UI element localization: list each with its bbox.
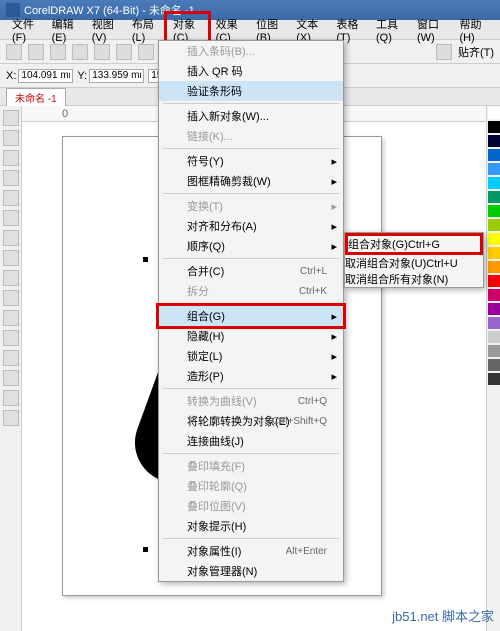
submenu-item: 取消组合对象(U)Ctrl+U [345, 255, 483, 271]
color-swatch[interactable] [488, 275, 500, 287]
paste-icon[interactable] [138, 44, 154, 60]
menu-item[interactable]: 插入新对象(W)... [159, 106, 343, 126]
menu-item: 拆分Ctrl+K [159, 281, 343, 301]
ellipse-tool-icon[interactable] [3, 230, 19, 246]
color-swatch[interactable] [488, 107, 500, 119]
rectangle-tool-icon[interactable] [3, 210, 19, 226]
x-input[interactable] [18, 69, 73, 83]
menu-window[interactable]: 窗口(W) [411, 14, 453, 46]
menu-item: 叠印轮廓(Q) [159, 476, 343, 496]
color-swatch[interactable] [488, 247, 500, 259]
options-icon[interactable] [436, 44, 452, 60]
connector-tool-icon[interactable] [3, 330, 19, 346]
shape-tool-icon[interactable] [3, 130, 19, 146]
menu-item[interactable]: 符号(Y)▸ [159, 151, 343, 171]
color-swatch[interactable] [488, 135, 500, 147]
menu-item[interactable]: 隐藏(H)▸ [159, 326, 343, 346]
color-swatch[interactable] [488, 261, 500, 273]
menu-item: 插入条码(B)... [159, 41, 343, 61]
copy-icon[interactable] [116, 44, 132, 60]
new-icon[interactable] [6, 44, 22, 60]
print-icon[interactable] [72, 44, 88, 60]
eyedropper-tool-icon[interactable] [3, 370, 19, 386]
menu-edit[interactable]: 编辑(E) [46, 14, 86, 46]
color-swatch[interactable] [488, 331, 500, 343]
effects-tool-icon[interactable] [3, 350, 19, 366]
color-swatch[interactable] [488, 149, 500, 161]
x-label: X: [6, 70, 16, 82]
menu-item[interactable]: 插入 QR 码 [159, 61, 343, 81]
menu-item[interactable]: 锁定(L)▸ [159, 346, 343, 366]
menu-item[interactable]: 造形(P)▸ [159, 366, 343, 386]
menu-view[interactable]: 视图(V) [86, 14, 126, 46]
color-swatch[interactable] [488, 163, 500, 175]
color-swatch[interactable] [488, 289, 500, 301]
menu-item[interactable]: 对齐和分布(A)▸ [159, 216, 343, 236]
save-icon[interactable] [50, 44, 66, 60]
selection-handle[interactable] [143, 547, 148, 552]
color-swatch[interactable] [488, 373, 500, 385]
menu-item[interactable]: 验证条形码 [159, 81, 343, 101]
menu-item[interactable]: 连接曲线(J) [159, 431, 343, 451]
color-swatch[interactable] [488, 121, 500, 133]
group-submenu: 组合对象(G)Ctrl+G 取消组合对象(U)Ctrl+U取消组合所有对象(N) [344, 232, 484, 288]
table-tool-icon[interactable] [3, 290, 19, 306]
menu-item[interactable]: 顺序(Q)▸ [159, 236, 343, 256]
color-swatch[interactable] [488, 219, 500, 231]
color-swatch[interactable] [488, 303, 500, 315]
submenu-item: 取消组合所有对象(N) [345, 271, 483, 287]
color-swatch[interactable] [488, 233, 500, 245]
menu-item: 变换(T)▸ [159, 196, 343, 216]
dimension-tool-icon[interactable] [3, 310, 19, 326]
snap-button[interactable]: 贴齐(T) [458, 44, 494, 60]
object-menu-dropdown: 插入条码(B)...插入 QR 码验证条形码插入新对象(W)...链接(K)..… [158, 40, 344, 582]
outline-tool-icon[interactable] [3, 410, 19, 426]
fill-tool-icon[interactable] [3, 390, 19, 406]
menu-item[interactable]: 合并(C)Ctrl+L [159, 261, 343, 281]
menu-item: 转换为曲线(V)Ctrl+Q [159, 391, 343, 411]
pick-tool-icon[interactable] [3, 110, 19, 126]
selection-handle[interactable] [143, 257, 148, 262]
menu-item: 叠印填充(F) [159, 456, 343, 476]
ruler-mark: 0 [62, 108, 68, 120]
freehand-tool-icon[interactable] [3, 190, 19, 206]
watermark: jb51.net 脚本之家 [392, 606, 494, 625]
menu-help[interactable]: 帮助(H) [453, 14, 494, 46]
zoom-tool-icon[interactable] [3, 170, 19, 186]
color-swatch[interactable] [488, 359, 500, 371]
menu-item: 链接(K)... [159, 126, 343, 146]
menu-file[interactable]: 文件(F) [6, 14, 46, 46]
color-swatch[interactable] [488, 205, 500, 217]
menu-item: 叠印位图(V) [159, 496, 343, 516]
menu-item[interactable]: 将轮廓转换为对象(E)Ctrl+Shift+Q [159, 411, 343, 431]
y-input[interactable] [89, 69, 144, 83]
menu-item[interactable]: 对象属性(I)Alt+Enter [159, 541, 343, 561]
toolbox [0, 106, 22, 631]
crop-tool-icon[interactable] [3, 150, 19, 166]
menu-item[interactable]: 对象管理器(N) [159, 561, 343, 581]
color-swatch[interactable] [488, 177, 500, 189]
color-swatch[interactable] [488, 317, 500, 329]
menu-item[interactable]: 对象提示(H) [159, 516, 343, 536]
submenu-item[interactable]: 组合对象(G)Ctrl+G [348, 236, 480, 252]
color-palette [486, 106, 500, 631]
polygon-tool-icon[interactable] [3, 250, 19, 266]
cut-icon[interactable] [94, 44, 110, 60]
menu-bar: 文件(F) 编辑(E) 视图(V) 布局(L) 对象(C) 效果(C) 位图(B… [0, 20, 500, 40]
doc-tab[interactable]: 未命名 -1 [6, 88, 66, 106]
open-icon[interactable] [28, 44, 44, 60]
color-swatch[interactable] [488, 345, 500, 357]
y-label: Y: [77, 70, 87, 82]
menu-item[interactable]: 组合(G)▸ [159, 306, 343, 326]
text-tool-icon[interactable] [3, 270, 19, 286]
menu-item[interactable]: 图框精确剪裁(W)▸ [159, 171, 343, 191]
color-swatch[interactable] [488, 191, 500, 203]
menu-tools[interactable]: 工具(Q) [370, 14, 411, 46]
